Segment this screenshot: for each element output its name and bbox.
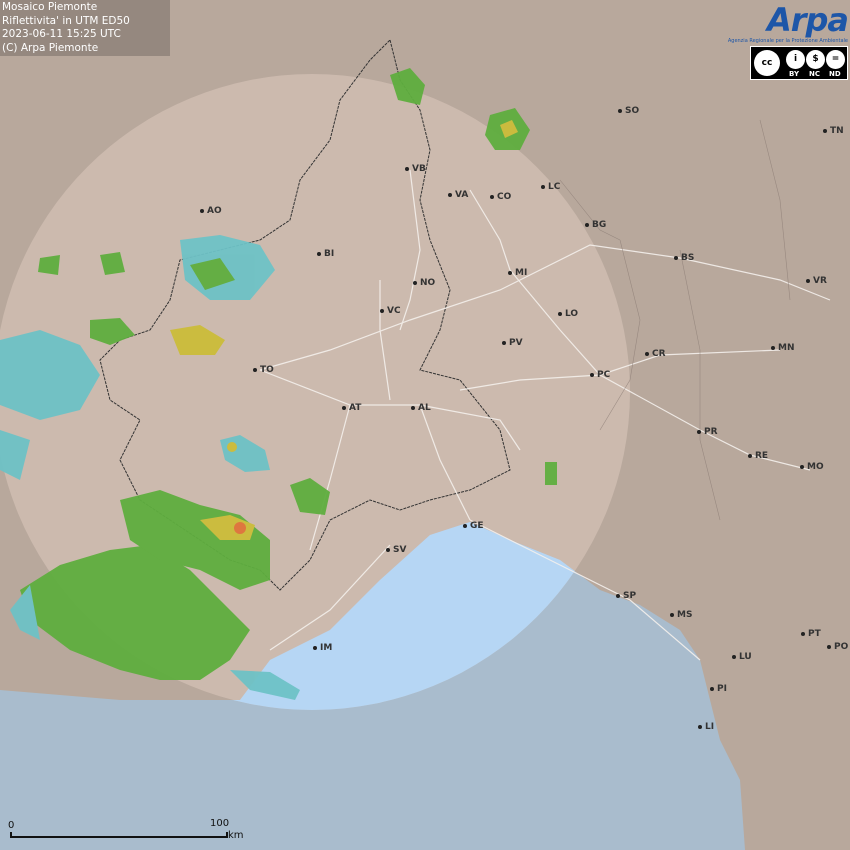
city-dot-icon: [448, 192, 452, 197]
city-label: LO: [558, 309, 578, 319]
map-title: Mosaico Piemonte: [2, 1, 98, 13]
city-label: LI: [698, 722, 714, 732]
scale-unit: km: [228, 830, 244, 841]
city-label: IM: [313, 643, 332, 653]
city-label: VR: [806, 276, 827, 286]
city-dot-icon: [200, 208, 204, 213]
city-label: GE: [463, 521, 484, 531]
city-label: MO: [800, 462, 824, 472]
scale-tick-start: [10, 832, 12, 838]
city-label: TO: [253, 365, 274, 375]
city-label: BI: [317, 249, 334, 259]
logo-subtitle: Agenzia Regionale per la Protezione Ambi…: [727, 38, 848, 44]
city-dot-icon: [697, 429, 701, 434]
city-label: MN: [771, 343, 795, 353]
city-dot-icon: [670, 612, 674, 617]
city-label: PI: [710, 684, 727, 694]
city-dot-icon: [405, 166, 409, 171]
city-dot-icon: [590, 372, 594, 377]
map-info-box: Mosaico Piemonte Riflettivita' in UTM ED…: [0, 0, 170, 56]
city-dot-icon: [771, 345, 775, 350]
city-label: PC: [590, 370, 610, 380]
city-label: NO: [413, 278, 435, 288]
scale-hundred: 100: [210, 818, 230, 829]
city-label: PO: [827, 642, 848, 652]
city-dot-icon: [541, 184, 545, 189]
city-label: MS: [670, 610, 692, 620]
scale-zero: 0: [8, 820, 15, 831]
city-label: VA: [448, 190, 468, 200]
city-dot-icon: [645, 351, 649, 356]
city-label: CR: [645, 349, 666, 359]
city-dot-icon: [823, 128, 827, 133]
city-label: VB: [405, 164, 426, 174]
city-label: BG: [585, 220, 606, 230]
city-label: CO: [490, 192, 511, 202]
city-dot-icon: [827, 644, 831, 649]
city-dot-icon: [253, 367, 257, 372]
city-label: AO: [200, 206, 222, 216]
city-label: MI: [508, 268, 527, 278]
city-dot-icon: [413, 280, 417, 285]
license-by: BY: [789, 70, 800, 78]
noncommercial-icon: $: [806, 50, 825, 69]
city-label: SP: [616, 591, 636, 601]
city-dot-icon: [508, 270, 512, 275]
city-dot-icon: [558, 311, 562, 316]
radar-map: SO TN VB VA CO LC BG BS VR AO BI NO MI V…: [0, 0, 850, 850]
city-dot-icon: [710, 686, 714, 691]
city-label: PR: [697, 427, 718, 437]
license-nc: NC: [809, 70, 820, 78]
city-label: PT: [801, 629, 821, 639]
city-label: BS: [674, 253, 694, 263]
city-label: VC: [380, 306, 401, 316]
city-dot-icon: [800, 464, 804, 469]
city-label: AL: [411, 403, 431, 413]
arpa-logo[interactable]: Arpa Agenzia Regionale per la Protezione…: [728, 1, 849, 44]
city-label: LC: [541, 182, 560, 192]
city-label: AT: [342, 403, 361, 413]
license-nd: ND: [829, 70, 841, 78]
city-dot-icon: [585, 222, 589, 227]
scale-bar: 0 100 km: [8, 818, 248, 846]
city-label: SV: [386, 545, 406, 555]
city-dot-icon: [386, 547, 390, 552]
city-dot-icon: [490, 194, 494, 199]
city-dot-icon: [806, 278, 810, 283]
city-dot-icon: [618, 108, 622, 113]
map-timestamp: 2023-06-11 15:25 UTC: [2, 28, 121, 40]
city-label: PV: [502, 338, 523, 348]
city-dot-icon: [411, 405, 415, 410]
city-label: LU: [732, 652, 752, 662]
map-copyright: (C) Arpa Piemonte: [2, 41, 99, 54]
city-dot-icon: [732, 654, 736, 659]
city-label: TN: [823, 126, 844, 136]
city-dot-icon: [317, 251, 321, 256]
scale-tick-end: [226, 832, 228, 838]
logo-text: Arpa: [766, 1, 849, 39]
city-dot-icon: [463, 523, 467, 528]
noderivatives-icon: =: [826, 50, 845, 69]
attribution-icon: i: [786, 50, 805, 69]
city-dot-icon: [674, 255, 678, 260]
city-dot-icon: [698, 724, 702, 729]
city-dot-icon: [616, 593, 620, 598]
map-product: Riflettivita' in UTM ED50: [2, 14, 130, 27]
scale-line: [10, 836, 228, 838]
city-dot-icon: [380, 308, 384, 313]
city-dot-icon: [502, 340, 506, 345]
city-label: SO: [618, 106, 639, 116]
city-dot-icon: [313, 645, 317, 650]
city-dot-icon: [342, 405, 346, 410]
city-dot-icon: [748, 453, 752, 458]
city-dot-icon: [801, 631, 805, 636]
city-label: RE: [748, 451, 768, 461]
cc-license-badge[interactable]: cc i $ = BY NC ND: [750, 46, 848, 80]
cc-icon: cc: [754, 50, 780, 76]
map-canvas: [0, 0, 850, 850]
